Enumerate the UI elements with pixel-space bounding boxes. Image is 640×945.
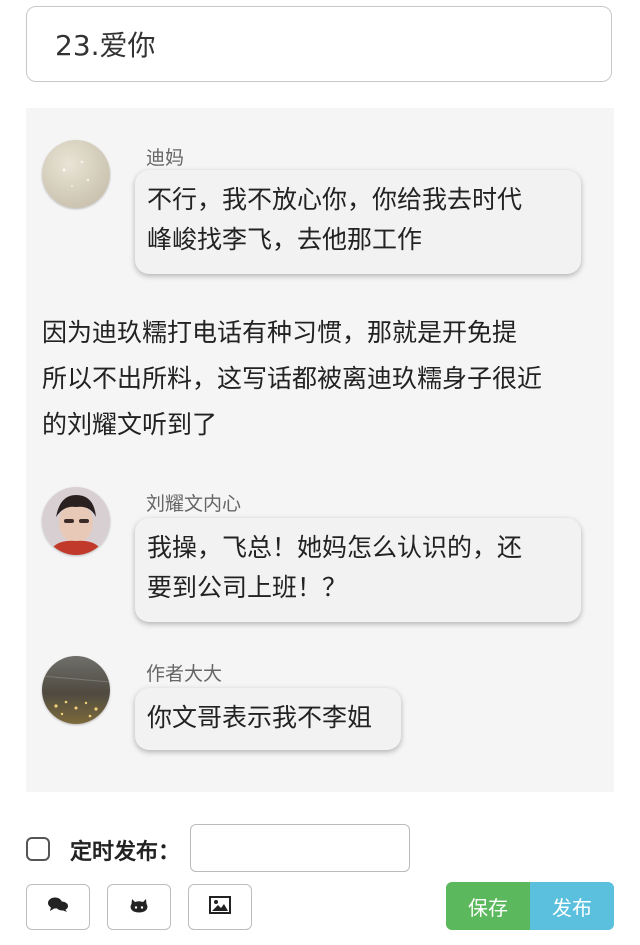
narration-line: 因为迪玖糯打电话有种习惯，那就是开免提 xyxy=(42,318,518,347)
narration-text: 因为迪玖糯打电话有种习惯，那就是开免提 所以不出所料，这写话都被离迪玖糯身子很近… xyxy=(42,310,602,448)
sender-name: 迪妈 xyxy=(146,147,185,169)
publish-button[interactable]: 发布 xyxy=(530,882,614,930)
message-line: 要到公司上班！？ xyxy=(147,573,348,602)
schedule-row: 定时发布： xyxy=(26,824,626,874)
github-icon xyxy=(129,895,149,919)
chapter-title-text: 23.爱你 xyxy=(55,29,156,62)
message-bubble: 你文哥表示我不李姐 xyxy=(135,688,401,750)
chat-bubbles-icon xyxy=(47,896,69,918)
chapter-title-input[interactable]: 23.爱你 xyxy=(26,6,612,82)
avatar[interactable] xyxy=(42,656,110,724)
sender-name: 刘耀文内心 xyxy=(146,493,242,515)
message-line: 你文哥表示我不李姐 xyxy=(147,703,373,732)
narration-line: 的刘耀文听到了 xyxy=(42,410,218,439)
action-button-group: 保存 发布 xyxy=(446,882,614,930)
avatar[interactable] xyxy=(42,487,110,555)
image-icon xyxy=(209,896,231,918)
message-line: 峰峻找李飞，去他那工作 xyxy=(147,225,423,254)
image-button[interactable] xyxy=(188,884,252,930)
dialogue-button[interactable] xyxy=(26,884,90,930)
message-line: 我操，飞总！她妈怎么认识的，还 xyxy=(147,533,523,562)
github-button[interactable] xyxy=(107,884,171,930)
message-bubble: 不行，我不放心你，你给我去时代 峰峻找李飞，去他那工作 xyxy=(135,170,581,274)
sender-name: 作者大大 xyxy=(146,663,223,685)
narration-line: 所以不出所料，这写话都被离迪玖糯身子很近 xyxy=(42,364,543,393)
message-bubble: 我操，飞总！她妈怎么认识的，还 要到公司上班！？ xyxy=(135,518,581,622)
schedule-checkbox[interactable] xyxy=(26,837,50,861)
avatar[interactable] xyxy=(42,140,110,208)
schedule-time-input[interactable] xyxy=(190,824,410,872)
message-line: 不行，我不放心你，你给我去时代 xyxy=(147,185,523,214)
schedule-label: 定时发布： xyxy=(70,840,181,865)
chat-area: 迪妈 不行，我不放心你，你给我去时代 峰峻找李飞，去他那工作 因为迪玖糯打电话有… xyxy=(26,108,614,792)
save-button[interactable]: 保存 xyxy=(446,882,530,930)
